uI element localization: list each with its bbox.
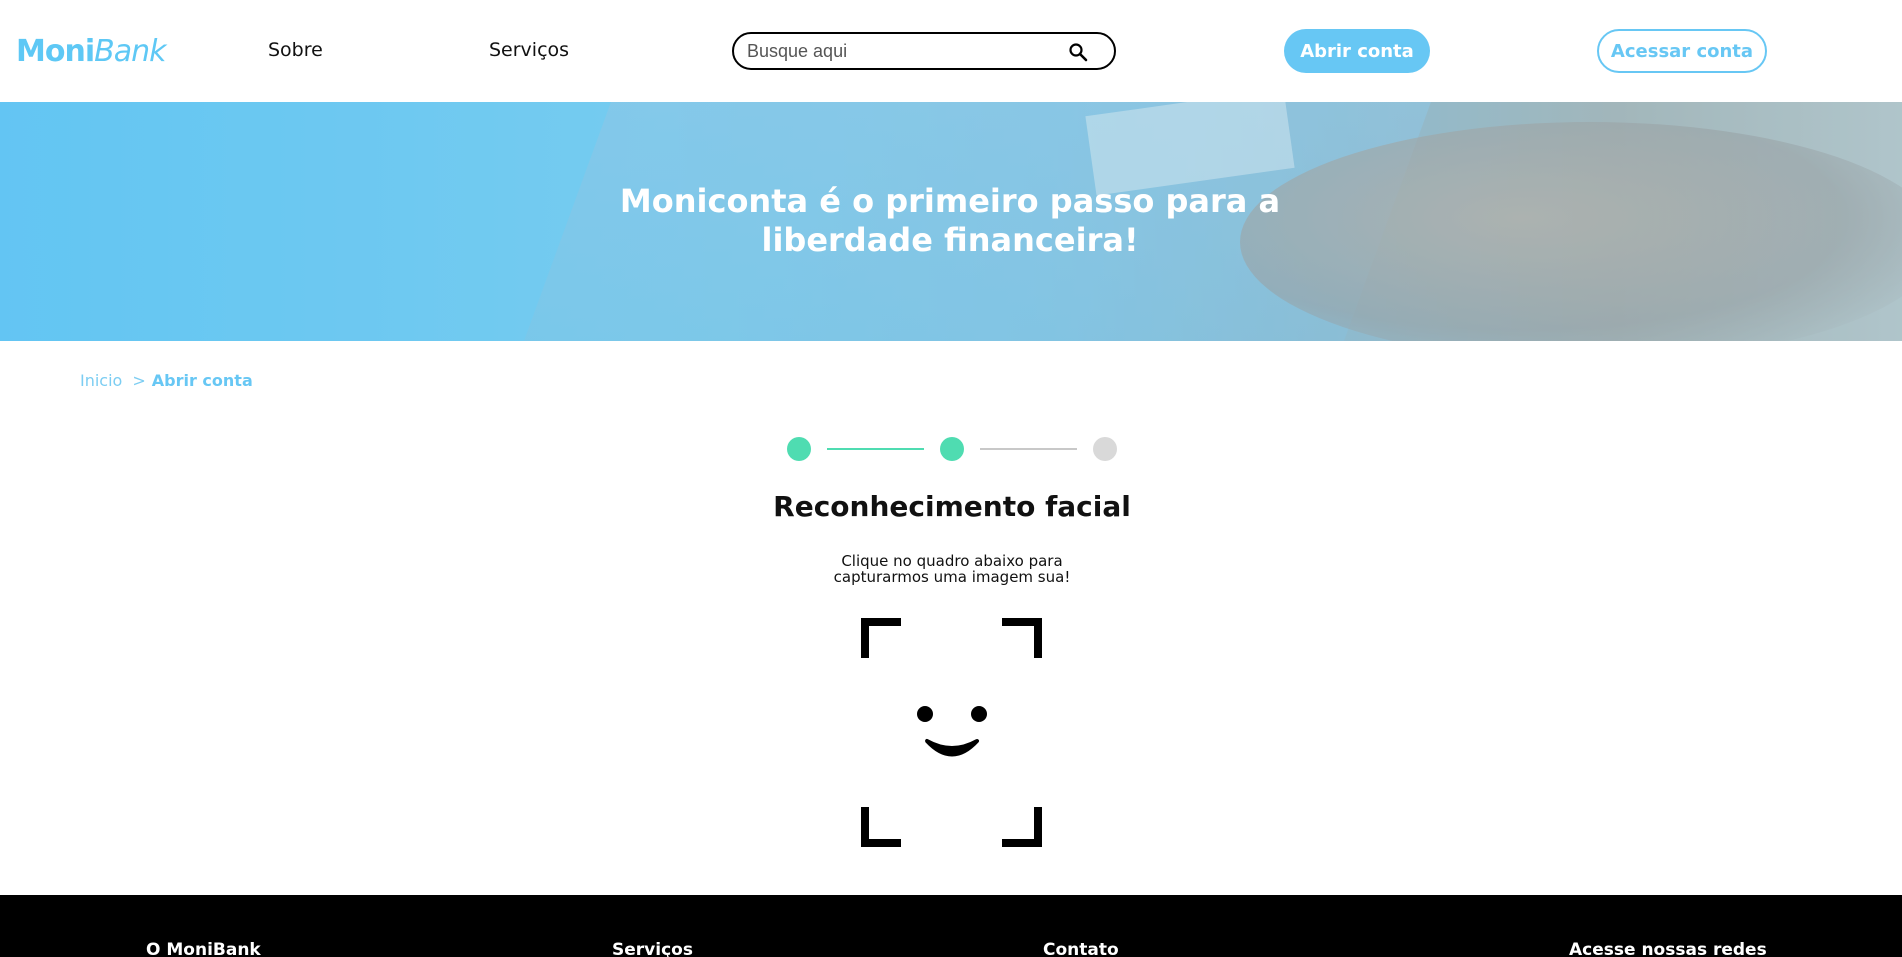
nav-servicos-link[interactable]: Serviços: [489, 39, 569, 61]
search-box: [732, 32, 1116, 70]
breadcrumb-home-link[interactable]: Inicio: [80, 371, 122, 390]
abrir-conta-button[interactable]: Abrir conta: [1284, 29, 1430, 73]
breadcrumb-separator: >: [132, 371, 146, 390]
step-description: Clique no quadro abaixo para capturarmos…: [833, 552, 1071, 586]
logo[interactable]: MoniBank: [16, 34, 166, 69]
site-footer: O MoniBank Serviços Contato Acesse nossa…: [0, 895, 1902, 957]
step-2-connector: [980, 448, 1077, 450]
step-2-indicator: [940, 437, 964, 461]
step-1-indicator: [787, 437, 811, 461]
footer-heading-monibank: O MoniBank: [146, 940, 261, 957]
breadcrumb: Inicio > Abrir conta: [80, 371, 253, 390]
step-3-indicator: [1093, 437, 1117, 461]
step-title: Reconhecimento facial: [773, 490, 1131, 523]
search-input[interactable]: [747, 39, 1067, 63]
logo-bank: Bank: [94, 34, 166, 69]
banner-title: Moniconta é o primeiro passo para a libe…: [619, 182, 1281, 259]
footer-heading-servicos: Serviços: [612, 940, 693, 957]
nav-sobre-link[interactable]: Sobre: [268, 39, 323, 61]
footer-heading-contato: Contato: [1043, 940, 1119, 957]
search-icon[interactable]: [1068, 42, 1088, 62]
breadcrumb-current: Abrir conta: [151, 371, 253, 390]
hero-banner: Moniconta é o primeiro passo para a libe…: [0, 102, 1902, 341]
acessar-conta-button[interactable]: Acessar conta: [1597, 29, 1767, 73]
face-scan-icon[interactable]: [861, 618, 1042, 847]
footer-heading-redes: Acesse nossas redes: [1569, 940, 1767, 957]
site-header: MoniBank Sobre Serviços Abrir conta Aces…: [0, 0, 1902, 102]
step-1-connector: [827, 448, 924, 450]
logo-moni: Moni: [16, 34, 95, 69]
